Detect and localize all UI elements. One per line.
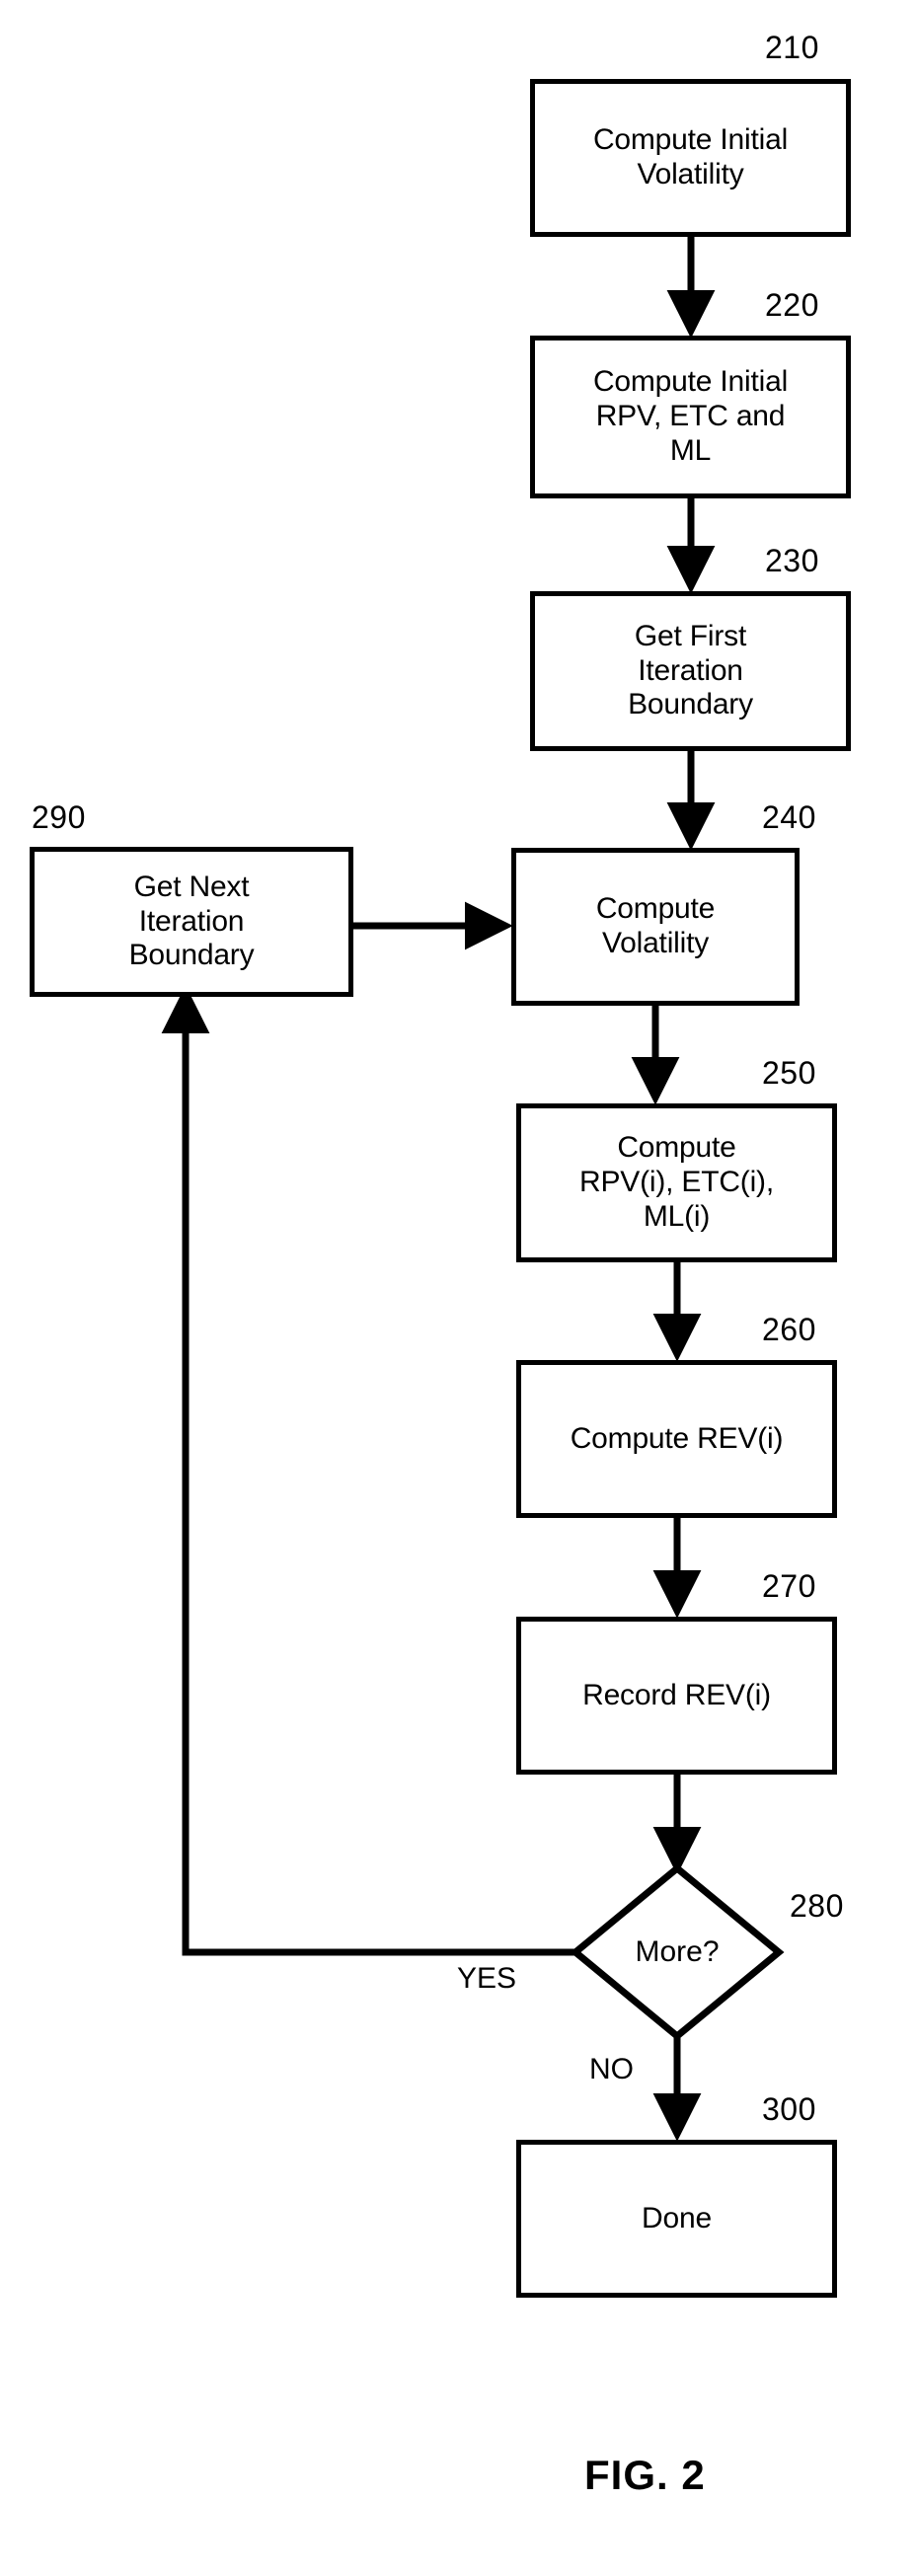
node-300-label: Done [642,2201,712,2235]
figure-caption: FIG. 2 [584,2452,706,2498]
ref-number-260: 260 [762,1312,816,1347]
node-290-get-next-iteration-boundary[interactable]: Get Next Iteration Boundary [30,847,353,997]
edge-label-yes: YES [457,1962,517,1995]
ref-number-220: 220 [765,287,819,323]
ref-number-280: 280 [790,1888,844,1924]
ref-number-300: 300 [762,2091,816,2127]
node-240-label: Compute Volatility [595,892,716,959]
node-260-compute-rev-i[interactable]: Compute REV(i) [516,1360,837,1518]
ref-number-210: 210 [765,30,819,65]
node-280-label: More? [635,1935,720,1968]
node-250-compute-rpv-etc-ml-i[interactable]: Compute RPV(i), ETC(i), ML(i) [516,1103,837,1262]
ref-number-270: 270 [762,1568,816,1604]
edge-label-no: NO [589,2053,634,2085]
node-210-compute-initial-volatility[interactable]: Compute Initial Volatility [530,79,851,237]
node-270-label: Record REV(i) [582,1678,771,1711]
node-280-more-decision[interactable]: More? [575,1868,779,2036]
node-240-compute-volatility[interactable]: Compute Volatility [511,848,800,1006]
node-300-done[interactable]: Done [516,2140,837,2298]
node-270-record-rev-i[interactable]: Record REV(i) [516,1617,837,1775]
node-250-label: Compute RPV(i), ETC(i), ML(i) [579,1131,774,1233]
ref-number-240: 240 [762,799,816,835]
node-290-label: Get Next Iteration Boundary [128,870,255,972]
node-260-label: Compute REV(i) [570,1421,784,1455]
ref-number-230: 230 [765,543,819,578]
node-210-label: Compute Initial Volatility [592,123,789,190]
ref-number-290: 290 [32,799,86,835]
figure-canvas: Compute Initial Volatility 210 Compute I… [0,0,916,2576]
node-220-label: Compute Initial RPV, ETC and ML [592,365,789,467]
node-220-compute-initial-rpv-etc-ml[interactable]: Compute Initial RPV, ETC and ML [530,336,851,498]
node-230-label: Get First Iteration Boundary [628,619,753,721]
ref-number-250: 250 [762,1055,816,1091]
node-230-get-first-iteration-boundary[interactable]: Get First Iteration Boundary [530,591,851,751]
